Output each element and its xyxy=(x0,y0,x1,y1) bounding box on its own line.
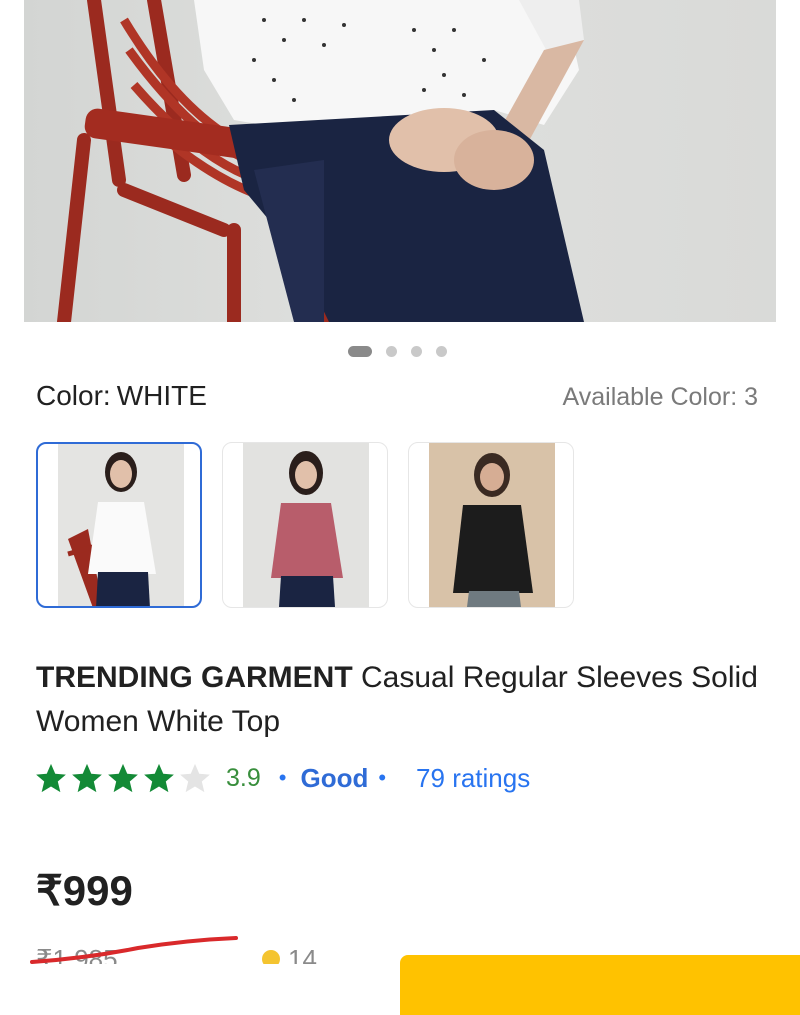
rating-separator: • xyxy=(378,765,387,790)
red-scribble-mark xyxy=(30,936,238,964)
color-value: WHITE xyxy=(116,380,207,411)
product-brand: TRENDING GARMENT xyxy=(36,661,353,694)
product-title: TRENDING GARMENT Casual Regular Sleeves … xyxy=(36,656,766,744)
color-label-prefix: Color: xyxy=(36,380,111,411)
product-photo-illustration xyxy=(57,0,584,322)
ratings-count-link[interactable]: 79 ratings xyxy=(416,763,530,794)
star-filled-icon xyxy=(36,763,66,793)
carousel-dot[interactable] xyxy=(436,346,447,357)
star-empty-icon xyxy=(180,763,210,793)
star-rating xyxy=(34,761,212,795)
rating-label: Good xyxy=(300,762,369,793)
buy-now-button[interactable] xyxy=(400,955,800,1015)
swatch-black-image xyxy=(429,443,555,607)
rating-row[interactable]: 3.9 • Good • 79 ratings xyxy=(34,758,530,798)
available-colors-text: Available Color: 3 xyxy=(562,383,758,411)
color-swatch-pink[interactable] xyxy=(222,442,388,608)
color-selection-label: Color: WHITE xyxy=(36,380,207,412)
carousel-dot-active[interactable] xyxy=(348,346,372,357)
product-image[interactable] xyxy=(24,0,776,322)
carousel-dot[interactable] xyxy=(411,346,422,357)
star-filled-icon xyxy=(144,763,174,793)
carousel-dot[interactable] xyxy=(386,346,397,357)
swatch-white-image xyxy=(58,444,184,606)
coins-count: 14 xyxy=(288,944,317,964)
rating-separator: • xyxy=(278,765,287,790)
coin-icon xyxy=(262,950,280,964)
star-filled-icon xyxy=(108,763,138,793)
current-price: ₹999 xyxy=(36,867,133,914)
add-to-cart-button[interactable] xyxy=(0,984,390,1000)
rating-value: 3.9 xyxy=(226,763,261,792)
carousel-dots xyxy=(348,346,447,357)
swatch-pink-image xyxy=(243,443,369,607)
star-filled-icon xyxy=(72,763,102,793)
color-swatch-black[interactable] xyxy=(408,442,574,608)
color-swatch-white[interactable] xyxy=(36,442,202,608)
